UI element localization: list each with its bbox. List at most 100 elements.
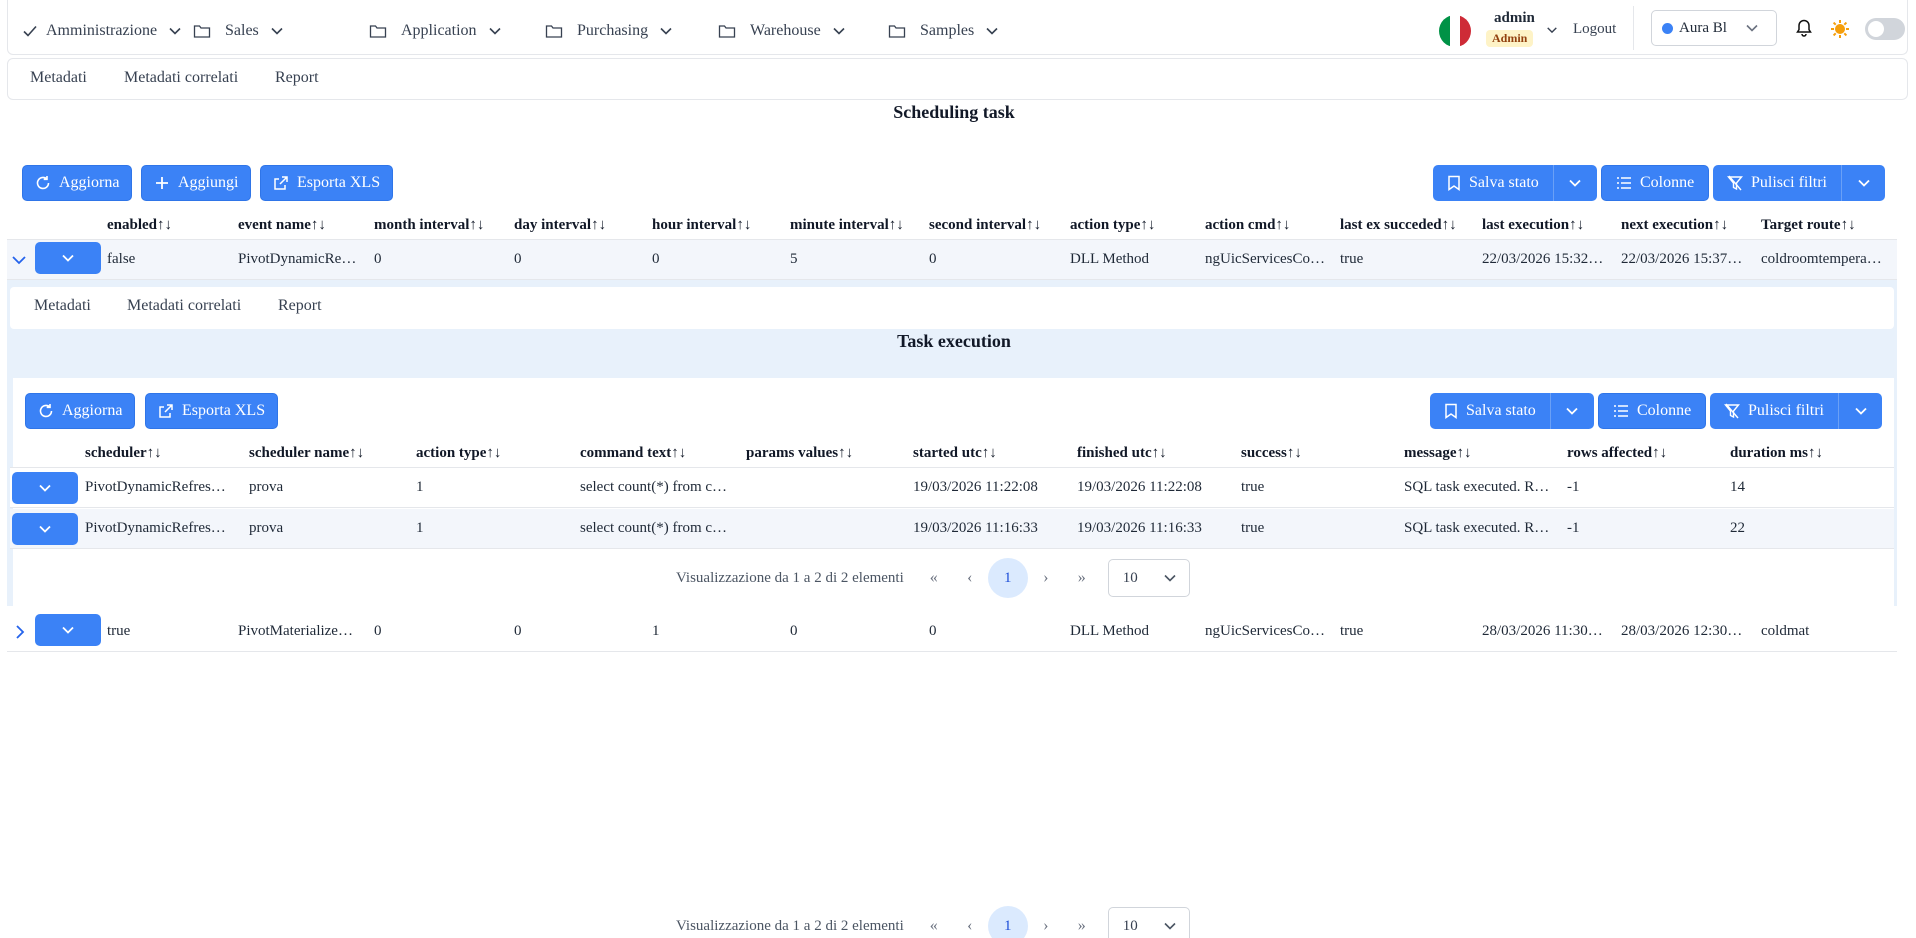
chevron-right-icon[interactable] (13, 624, 27, 640)
theme-select[interactable]: Aura Bl (1651, 10, 1777, 46)
column-header[interactable]: enabled↑↓ (107, 217, 172, 234)
column-header[interactable]: hour interval↑↓ (652, 217, 751, 234)
column-header[interactable]: next execution↑↓ (1621, 217, 1728, 234)
cell: ngUicServicesCo… (1205, 623, 1325, 639)
column-header[interactable]: action type↑↓ (416, 445, 501, 462)
menu-purchasing[interactable]: Purchasing (545, 19, 676, 43)
clear-filters-button[interactable]: Pulisci filtri (1713, 165, 1841, 201)
column-header[interactable]: params values↑↓ (746, 445, 853, 462)
page-number-button[interactable]: 1 (987, 906, 1028, 938)
menu-sales[interactable]: Sales (193, 19, 287, 43)
cell: 0 (374, 251, 382, 267)
cell: 22/03/2026 15:37… (1621, 251, 1743, 267)
column-header[interactable]: action type↑↓ (1070, 217, 1155, 234)
refresh-button[interactable]: Aggiorna (22, 165, 133, 201)
first-page-icon[interactable]: « (916, 560, 952, 596)
table-row[interactable]: false PivotDynamicRe… 0 0 0 5 0 DLL Meth… (7, 240, 1897, 280)
column-header[interactable]: second interval↑↓ (929, 217, 1041, 234)
sub-save-state-button[interactable]: Salva stato (1430, 393, 1550, 429)
sub-clear-filters-button[interactable]: Pulisci filtri (1710, 393, 1838, 429)
row-actions-button[interactable] (12, 513, 78, 545)
cell: false (107, 251, 136, 267)
save-state-dropdown[interactable] (1552, 165, 1597, 201)
tab-metadati[interactable]: Metadati (34, 297, 91, 315)
menu-label: Purchasing (577, 22, 649, 39)
table-row[interactable]: PivotDynamicRefres… prova 1 select count… (10, 509, 1894, 549)
clear-filters-label: Pulisci filtri (1748, 402, 1824, 419)
cell: -1 (1567, 520, 1580, 536)
sub-clear-filters-dropdown[interactable] (1838, 393, 1882, 429)
column-header[interactable]: Target route↑↓ (1761, 217, 1856, 234)
bell-icon[interactable] (1796, 19, 1812, 37)
column-header[interactable]: scheduler name↑↓ (249, 445, 364, 462)
column-header[interactable]: action cmd↑↓ (1205, 217, 1290, 234)
table-row[interactable]: true PivotMaterialize… 0 0 1 0 0 DLL Met… (7, 612, 1897, 652)
export-label: Esporta XLS (182, 402, 266, 419)
column-header[interactable]: started utc↑↓ (913, 445, 997, 462)
menu-amministrazione[interactable]: Amministrazione (22, 19, 185, 43)
columns-button[interactable]: Colonne (1601, 165, 1710, 201)
main-tabs: Metadati Metadati correlati Report (7, 58, 1908, 100)
logout-link[interactable]: Logout (1573, 21, 1616, 38)
sub-columns-button[interactable]: Colonne (1598, 393, 1707, 429)
tab-metadati-correlati[interactable]: Metadati correlati (124, 69, 238, 87)
cell: 0 (374, 623, 382, 639)
column-header[interactable]: message↑↓ (1404, 445, 1472, 462)
column-header[interactable]: scheduler↑↓ (85, 445, 162, 462)
column-header[interactable]: finished utc↑↓ (1077, 445, 1167, 462)
sun-icon[interactable] (1830, 19, 1850, 39)
column-title: action type (416, 445, 487, 461)
column-title: command text (580, 445, 672, 461)
row-actions-button[interactable] (35, 242, 101, 274)
prev-page-icon[interactable]: ‹ (952, 908, 988, 938)
user-menu[interactable]: admin Admin (1478, 10, 1560, 50)
page-size-select[interactable]: 10 (1107, 559, 1190, 597)
plus-icon (156, 177, 168, 189)
column-title: started utc (913, 445, 982, 461)
save-state-button[interactable]: Salva stato (1433, 165, 1553, 201)
table-row[interactable]: PivotDynamicRefres… prova 1 select count… (10, 468, 1894, 508)
sub-refresh-button[interactable]: Aggiorna (25, 393, 136, 429)
tab-report[interactable]: Report (278, 297, 322, 315)
refresh-label: Aggiorna (62, 402, 123, 419)
last-page-icon[interactable]: » (1064, 908, 1100, 938)
page-number-button[interactable]: 1 (987, 558, 1028, 598)
menu-samples[interactable]: Samples (888, 19, 1002, 43)
folder-icon (369, 25, 387, 38)
next-page-icon[interactable]: › (1028, 560, 1064, 596)
tab-metadati-correlati[interactable]: Metadati correlati (127, 297, 241, 315)
first-page-icon[interactable]: « (916, 908, 952, 938)
row-actions-button[interactable] (35, 614, 101, 646)
menu-application[interactable]: Application (369, 19, 505, 43)
column-header[interactable]: month interval↑↓ (374, 217, 484, 234)
tab-report[interactable]: Report (275, 69, 319, 87)
language-flag-icon[interactable] (1439, 15, 1471, 47)
dark-mode-toggle[interactable] (1865, 18, 1905, 40)
sub-save-state-dropdown[interactable] (1549, 393, 1594, 429)
add-button[interactable]: Aggiungi (141, 165, 252, 201)
row-actions-button[interactable] (12, 472, 78, 504)
column-title: event name (238, 217, 311, 233)
column-header[interactable]: success↑↓ (1241, 445, 1302, 462)
menu-warehouse[interactable]: Warehouse (718, 19, 849, 43)
column-header[interactable]: rows affected↑↓ (1567, 445, 1667, 462)
column-header[interactable]: minute interval↑↓ (790, 217, 904, 234)
cell: select count(*) from c… (580, 479, 728, 495)
column-header[interactable]: day interval↑↓ (514, 217, 606, 234)
column-header[interactable]: last execution↑↓ (1482, 217, 1584, 234)
chevron-down-icon (1164, 922, 1176, 930)
next-page-icon[interactable]: › (1028, 908, 1064, 938)
chevron-down-icon (656, 21, 676, 41)
column-header[interactable]: event name↑↓ (238, 217, 326, 234)
column-header[interactable]: last ex succeded↑↓ (1340, 217, 1457, 234)
clear-filters-dropdown[interactable] (1841, 165, 1885, 201)
column-header[interactable]: duration ms↑↓ (1730, 445, 1823, 462)
column-header[interactable]: command text↑↓ (580, 445, 686, 462)
prev-page-icon[interactable]: ‹ (952, 560, 988, 596)
last-page-icon[interactable]: » (1064, 560, 1100, 596)
export-xls-button[interactable]: Esporta XLS (260, 165, 394, 201)
sub-export-xls-button[interactable]: Esporta XLS (145, 393, 279, 429)
page-size-select[interactable]: 10 (1107, 907, 1190, 938)
tab-metadati[interactable]: Metadati (30, 69, 87, 87)
chevron-down-icon[interactable] (11, 253, 27, 267)
